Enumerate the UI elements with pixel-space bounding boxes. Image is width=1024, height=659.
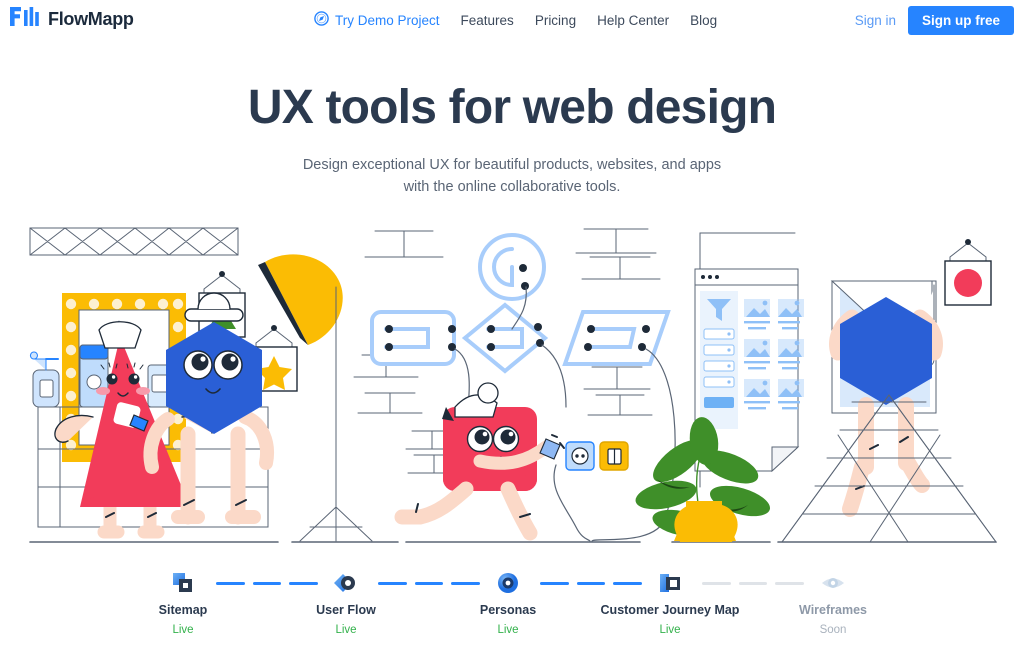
brand-logo[interactable]: FlowMapp bbox=[10, 7, 134, 31]
nav-item-features[interactable]: Features bbox=[461, 13, 514, 28]
feature-status: Live bbox=[335, 623, 357, 636]
hero-illustration bbox=[0, 217, 1024, 562]
brand-name: FlowMapp bbox=[48, 8, 134, 29]
flow-node-rect bbox=[370, 309, 456, 366]
flowmapp-bars-logo-icon bbox=[10, 7, 40, 31]
site-header: FlowMapp Try Demo Project Features Prici… bbox=[0, 0, 1024, 38]
feature-label: Wireframes bbox=[799, 602, 867, 617]
sitemap-icon bbox=[103, 570, 263, 596]
feature-label: Customer Journey Map bbox=[600, 602, 740, 617]
nav-item-try-demo-project[interactable]: Try Demo Project bbox=[314, 11, 440, 29]
nav-item-blog[interactable]: Blog bbox=[690, 13, 717, 28]
hero-subtitle: Design exceptional UX for beautiful prod… bbox=[282, 154, 742, 199]
personas-icon bbox=[428, 570, 588, 596]
feature-item-personas[interactable]: Personas Live bbox=[428, 570, 588, 636]
primary-nav: Try Demo Project Features Pricing Help C… bbox=[314, 11, 738, 29]
feature-status: Live bbox=[172, 623, 194, 636]
feature-item-user-flow[interactable]: User Flow Live bbox=[266, 570, 426, 636]
flow-node-spiral bbox=[478, 232, 546, 301]
flow-node-parallelogram bbox=[562, 309, 671, 366]
feature-label: User Flow bbox=[316, 602, 376, 617]
cjm-icon bbox=[590, 570, 750, 596]
hero-subtitle-line-1: Design exceptional UX for beautiful prod… bbox=[302, 156, 722, 173]
nav-item-label: Try Demo Project bbox=[335, 12, 440, 28]
pink-square-character bbox=[394, 382, 565, 541]
hero-subtitle-line-2: with the online collaborative tools. bbox=[403, 179, 621, 196]
feature-status: Live bbox=[497, 623, 519, 636]
compass-icon bbox=[314, 11, 329, 29]
truss-decor bbox=[29, 227, 239, 256]
sign-up-free-button[interactable]: Sign up free bbox=[907, 6, 1014, 35]
flow-node-spiral-ports bbox=[519, 263, 529, 290]
feature-item-wireframes[interactable]: Wireframes Soon bbox=[753, 570, 913, 636]
nav-item-help-center[interactable]: Help Center bbox=[597, 13, 669, 28]
power-outlets bbox=[553, 441, 629, 542]
feature-item-customer-journey-map[interactable]: Customer Journey Map Live bbox=[590, 570, 750, 636]
yellow-lamp bbox=[258, 254, 373, 542]
triangular-trestle bbox=[781, 393, 997, 543]
auth-actions: Sign in Sign up free bbox=[855, 6, 1014, 35]
page-title: UX tools for web design bbox=[247, 81, 777, 134]
feature-label: Personas bbox=[479, 602, 537, 617]
framed-art-red-dot bbox=[944, 238, 992, 306]
wireframes-eye-icon bbox=[753, 570, 913, 596]
hero-section: UX tools for web design Design exception… bbox=[0, 81, 1024, 199]
feature-label: Sitemap bbox=[158, 602, 208, 617]
nav-item-pricing[interactable]: Pricing bbox=[535, 13, 576, 28]
flow-node-diamond bbox=[461, 302, 549, 374]
sign-in-link[interactable]: Sign in bbox=[855, 13, 896, 28]
feature-item-sitemap[interactable]: Sitemap Live bbox=[103, 570, 263, 636]
feature-status: Soon bbox=[819, 623, 847, 636]
feature-status: Live bbox=[659, 623, 681, 636]
userflow-icon bbox=[266, 570, 426, 596]
feature-nav-bar: Sitemap Live User Flow Live Personas Liv… bbox=[0, 570, 1024, 650]
